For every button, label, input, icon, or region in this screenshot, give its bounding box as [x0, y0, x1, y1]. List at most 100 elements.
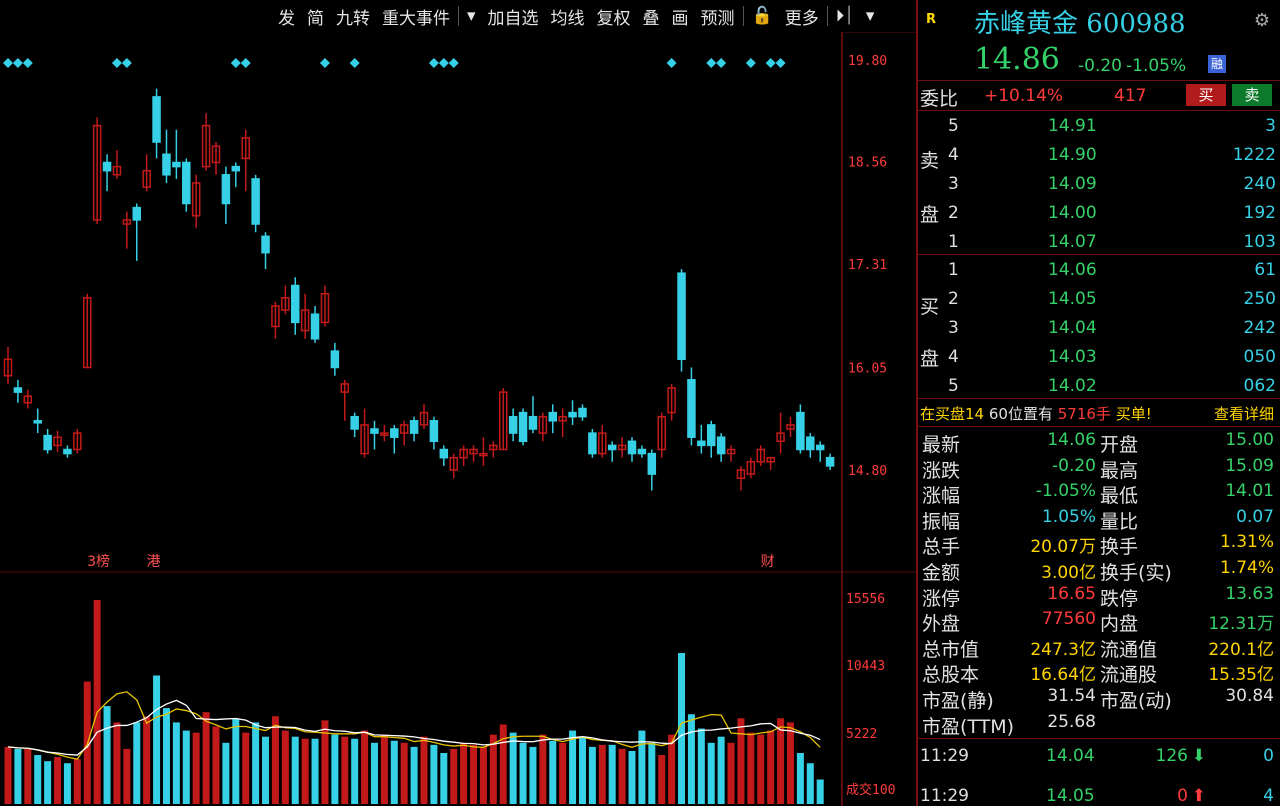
toolbar-dropdown-button[interactable]: ▾ — [461, 6, 482, 26]
candle-body[interactable] — [806, 436, 815, 451]
volume-bar[interactable] — [499, 724, 507, 804]
event-diamond-icon[interactable] — [666, 58, 677, 68]
volume-bar[interactable] — [252, 722, 260, 804]
candle-body[interactable] — [815, 444, 825, 451]
candle-body[interactable] — [370, 428, 379, 434]
event-marker[interactable]: 财 — [761, 554, 775, 570]
candle-body[interactable] — [162, 153, 171, 176]
volume-bar[interactable] — [668, 734, 676, 804]
volume-bar[interactable] — [291, 736, 299, 804]
event-diamond-icon[interactable] — [319, 58, 330, 68]
ask-price[interactable]: 14.91 — [1048, 116, 1097, 136]
sell-button[interactable]: 卖 — [1232, 84, 1272, 106]
bid-price[interactable]: 14.05 — [1048, 289, 1097, 309]
volume-bar[interactable] — [311, 738, 319, 804]
volume-bar[interactable] — [559, 742, 567, 804]
volume-bar[interactable] — [658, 755, 666, 804]
toolbar-more-button[interactable]: 更多 — [779, 4, 825, 29]
event-marker[interactable]: 港 — [147, 554, 161, 570]
candle-body[interactable] — [647, 452, 657, 475]
volume-bar[interactable] — [123, 748, 131, 804]
event-diamond-icon[interactable] — [240, 58, 251, 68]
volume-bar[interactable] — [370, 742, 378, 804]
volume-bar[interactable] — [450, 748, 458, 804]
candle-body[interactable] — [310, 313, 320, 340]
event-diamond-icon[interactable] — [3, 58, 13, 68]
volume-bar[interactable] — [588, 746, 596, 804]
candle-body[interactable] — [152, 96, 161, 143]
event-diamond-icon[interactable] — [775, 58, 786, 68]
volume-bar[interactable] — [717, 736, 725, 804]
volume-bar[interactable] — [73, 759, 81, 804]
event-diamond-icon[interactable] — [12, 58, 23, 68]
volume-bar[interactable] — [529, 746, 537, 804]
candle-body[interactable] — [687, 379, 696, 438]
ask-price[interactable]: 14.00 — [1048, 203, 1097, 223]
event-marker[interactable]: 3榜 — [87, 553, 110, 570]
volume-bar[interactable] — [331, 734, 339, 804]
candle-body[interactable] — [796, 411, 805, 451]
volume-bar[interactable] — [113, 722, 121, 804]
volume-bar[interactable] — [271, 716, 279, 804]
volume-bar[interactable] — [578, 736, 586, 804]
volume-bar[interactable] — [24, 748, 32, 804]
bid-price[interactable]: 14.03 — [1048, 347, 1097, 367]
volume-bar[interactable] — [361, 730, 369, 804]
candle-body[interactable] — [33, 420, 42, 424]
event-diamond-icon[interactable] — [745, 58, 756, 68]
bid-price[interactable]: 14.04 — [1048, 318, 1097, 338]
buy-button[interactable]: 买 — [1186, 84, 1226, 106]
toolbar-add-watchlist-button[interactable]: 加自选 — [482, 4, 545, 29]
event-diamond-icon[interactable] — [428, 58, 439, 68]
event-diamond-icon[interactable] — [438, 58, 449, 68]
volume-bar[interactable] — [301, 738, 309, 804]
event-diamond-icon[interactable] — [349, 58, 360, 68]
ask-price[interactable]: 14.90 — [1048, 145, 1097, 165]
volume-bar[interactable] — [519, 742, 527, 804]
volume-bar[interactable] — [133, 722, 141, 804]
volume-bar[interactable] — [628, 750, 636, 804]
candle-body[interactable] — [677, 272, 686, 361]
candle-body[interactable] — [588, 432, 597, 455]
volume-bar[interactable] — [737, 718, 745, 804]
volume-bar[interactable] — [212, 726, 220, 804]
volume-bar[interactable] — [777, 718, 785, 804]
volume-bar[interactable] — [380, 734, 388, 804]
candle-body[interactable] — [221, 174, 231, 205]
candle-body[interactable] — [409, 420, 419, 434]
volume-bar[interactable] — [192, 732, 200, 804]
volume-bar[interactable] — [351, 738, 359, 804]
candle-body[interactable] — [231, 165, 241, 172]
toolbar-nav-button[interactable]: ⏵⏐ — [830, 6, 860, 26]
candle-body[interactable] — [330, 350, 340, 369]
candle-body[interactable] — [102, 161, 112, 172]
candle-body[interactable] — [548, 411, 558, 422]
candle-body[interactable] — [568, 411, 577, 418]
volume-bar[interactable] — [182, 730, 190, 804]
toolbar-major-events-button[interactable]: 重大事件 — [376, 4, 456, 29]
volume-bar[interactable] — [806, 763, 814, 804]
toolbar-draw-button[interactable]: 画 — [666, 4, 695, 29]
volume-bar[interactable] — [390, 740, 398, 804]
volume-bar[interactable] — [162, 708, 170, 804]
volume-bar[interactable] — [697, 728, 705, 804]
bid-price[interactable]: 14.02 — [1048, 376, 1097, 396]
candle-body[interactable] — [825, 456, 835, 467]
volume-bar[interactable] — [816, 779, 824, 804]
candle-body[interactable] — [290, 284, 300, 324]
settings-icon[interactable]: ⚙ — [1254, 10, 1270, 31]
volume-bar[interactable] — [747, 732, 755, 804]
volume-bar[interactable] — [727, 742, 735, 804]
toolbar-jiuzhuan-button[interactable]: 九转 — [330, 4, 376, 29]
candle-body[interactable] — [172, 161, 181, 168]
event-diamond-icon[interactable] — [230, 58, 241, 68]
volume-bar[interactable] — [34, 755, 42, 804]
candle-body[interactable] — [261, 235, 270, 254]
toolbar-adjust-button[interactable]: 复权 — [591, 4, 637, 29]
volume-bar[interactable] — [687, 714, 695, 804]
volume-bar[interactable] — [400, 742, 408, 804]
volume-bar[interactable] — [143, 716, 151, 804]
volume-bar[interactable] — [93, 600, 101, 804]
volume-bar[interactable] — [509, 732, 517, 804]
volume-bar[interactable] — [172, 722, 180, 804]
